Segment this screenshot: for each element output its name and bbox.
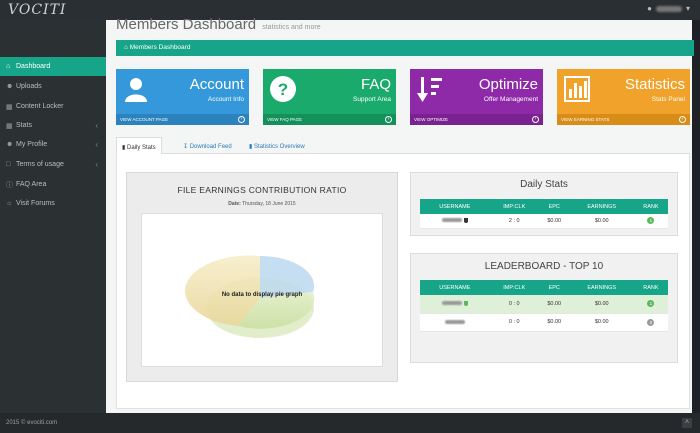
user-menu[interactable]: ● ▾	[647, 4, 690, 13]
bar-chart-icon: ▮	[122, 145, 126, 151]
username-blurred	[655, 5, 682, 12]
user-icon	[125, 78, 147, 102]
sort-icon	[417, 77, 442, 102]
leaderboard-table: USERNAME IMP:CLK EPC EARNINGS RANK 0 : 0…	[420, 280, 668, 332]
rank-badge: 2	[647, 318, 655, 326]
tab-daily-stats[interactable]: ▮ Daily Stats	[116, 137, 162, 155]
top-bar: VOCITI ● ▾	[0, 0, 700, 20]
faq-card[interactable]: ? FAQ Support Area VIEW FAQ PAGE ›	[263, 69, 396, 125]
daily-stats-table: USERNAME IMP:CLK EPC EARNINGS RANK 2 : 0…	[420, 199, 668, 229]
grid-icon: ▦	[6, 103, 13, 111]
home-icon: ⌂	[6, 63, 11, 70]
info-icon: ⓘ	[6, 181, 13, 189]
view-account-link[interactable]: VIEW ACCOUNT PAGE ›	[116, 114, 249, 125]
trophy-icon	[463, 300, 468, 306]
question-icon: ?	[270, 76, 296, 102]
svg-text:?: ?	[278, 80, 288, 99]
sidebar-item-stats[interactable]: ▦ Stats ‹	[0, 116, 106, 135]
download-icon: ↧	[183, 144, 189, 150]
daily-stats-panel: Daily Stats USERNAME IMP:CLK EPC EARNING…	[410, 172, 678, 236]
sidebar-item-my-profile[interactable]: ☻ My Profile ‹	[0, 135, 106, 154]
leaderboard-panel: LEADERBOARD - TOP 10 USERNAME IMP:CLK EP…	[410, 253, 678, 363]
bar-chart-icon	[564, 76, 590, 102]
table-header: USERNAME IMP:CLK EPC EARNINGS RANK	[420, 199, 668, 214]
sidebar-item-forums[interactable]: ☼ Visit Forums	[0, 194, 106, 213]
table-header: USERNAME IMP:CLK EPC EARNINGS RANK	[420, 280, 668, 295]
table-row: 0 : 0 $0.00 $0.00 1	[420, 295, 668, 314]
trophy-icon	[463, 217, 468, 223]
arrow-right-icon: ›	[679, 116, 686, 123]
pie-date: Date: Thursday, 18 June 2015	[228, 201, 296, 207]
pie-chart-panel: FILE EARNINGS CONTRIBUTION RATIO Date: T…	[126, 172, 398, 382]
bulb-icon: ☼	[6, 200, 13, 207]
breadcrumb: ⌂ Members Dashboard	[116, 40, 694, 56]
document-icon: □	[6, 161, 11, 168]
sidebar: ⌂ Dashboard ☻ Uploads ▦ Content Locker ▦…	[0, 20, 112, 413]
user-icon: ●	[647, 4, 652, 13]
username-cell	[420, 313, 490, 332]
arrow-right-icon: ›	[238, 116, 245, 123]
scroll-top-button[interactable]: ˄	[682, 418, 692, 428]
pie-placeholder-graphic	[185, 255, 315, 338]
bar-chart-icon: ▮	[249, 144, 253, 150]
user-icon: ☻	[6, 141, 14, 148]
table-row: 0 : 0 $0.00 $0.00 2	[420, 313, 668, 332]
tab-bar: ▮ Daily Stats ↧ Download Feed ▮ Statisti…	[116, 137, 690, 155]
page-title: Members Dashboard statistics and more	[116, 16, 321, 33]
statistics-card[interactable]: Statistics Stats Panel VIEW EARNING STAT…	[557, 69, 690, 125]
optimize-card[interactable]: Optimize Offer Management VIEW OPTIMIZE …	[410, 69, 543, 125]
footer: 2015 © evociti.com ˄	[0, 413, 700, 433]
username-cell	[420, 295, 490, 314]
view-stats-link[interactable]: VIEW EARNING STATS ›	[557, 114, 690, 125]
chevron-left-icon: ‹	[95, 140, 98, 149]
chevron-left-icon: ‹	[95, 121, 98, 130]
home-icon[interactable]: ⌂	[124, 44, 128, 51]
username-cell	[420, 214, 490, 229]
logo[interactable]: VOCITI	[8, 2, 66, 18]
tab-statistics-overview[interactable]: ▮ Statistics Overview	[244, 137, 310, 154]
chevron-down-icon: ▾	[685, 4, 690, 13]
rank-badge: 1	[647, 300, 655, 308]
view-optimize-link[interactable]: VIEW OPTIMIZE ›	[410, 114, 543, 125]
arrow-right-icon: ›	[532, 116, 539, 123]
view-faq-link[interactable]: VIEW FAQ PAGE ›	[263, 114, 396, 125]
page-subtitle: statistics and more	[262, 24, 321, 31]
arrow-right-icon: ›	[385, 116, 392, 123]
account-card[interactable]: Account Account Info VIEW ACCOUNT PAGE ›	[116, 69, 249, 125]
users-icon: ☻	[6, 83, 14, 90]
sidebar-item-content-locker[interactable]: ▦ Content Locker	[0, 97, 106, 116]
pie-canvas: No data to display pie graph	[141, 213, 383, 367]
table-icon: ▦	[6, 122, 13, 130]
sidebar-item-dashboard[interactable]: ⌂ Dashboard	[0, 57, 112, 76]
sidebar-item-faq[interactable]: ⓘ FAQ Area	[0, 175, 106, 194]
rank-badge: 1	[647, 217, 655, 225]
sidebar-item-terms[interactable]: □ Terms of usage ‹	[0, 155, 106, 174]
chevron-left-icon: ‹	[95, 160, 98, 169]
sidebar-item-uploads[interactable]: ☻ Uploads	[0, 77, 106, 96]
table-row: 2 : 0 $0.00 $0.00 1	[420, 214, 668, 229]
main-content: Members Dashboard statistics and more ⌂ …	[106, 16, 694, 413]
tab-download-feed[interactable]: ↧ Download Feed	[178, 137, 237, 154]
